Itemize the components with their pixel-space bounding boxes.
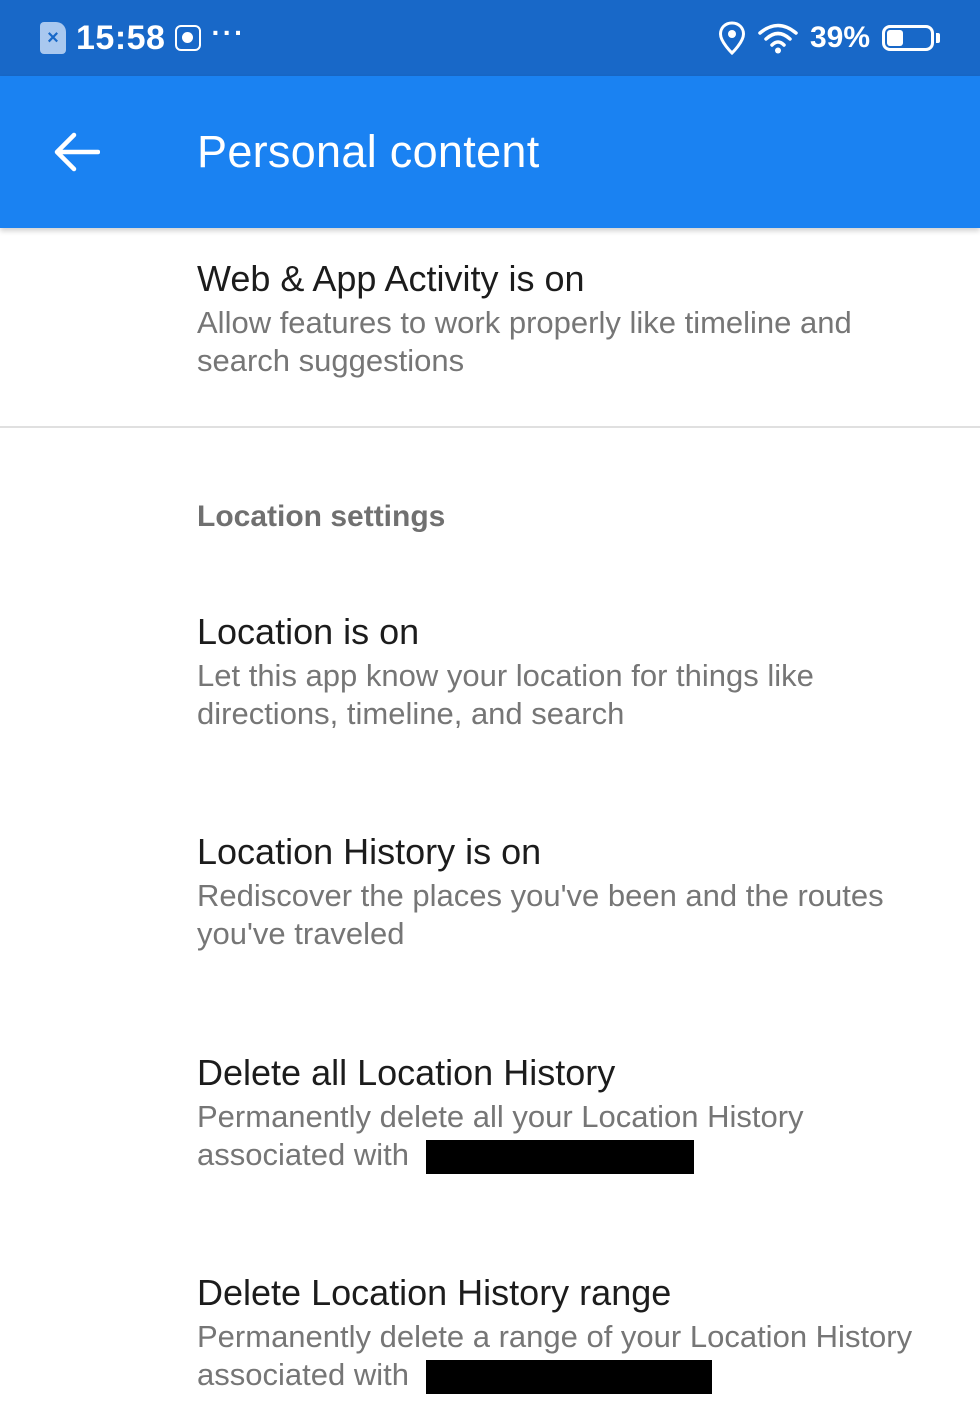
status-bar-left: × 15:58 ··· xyxy=(40,0,245,76)
battery-percent: 39% xyxy=(809,21,870,54)
status-time: 15:58 xyxy=(76,18,166,57)
section-header-location: Location settings xyxy=(197,500,446,533)
pref-title: Delete all Location History xyxy=(197,1052,616,1093)
delete-location-history-range-item[interactable]: Delete Location History range Permanentl… xyxy=(197,1270,937,1394)
battery-fill xyxy=(887,30,903,46)
battery-tip xyxy=(936,33,940,43)
web-app-activity-item[interactable]: Web & App Activity is on Allow features … xyxy=(197,256,937,380)
location-is-on-item[interactable]: Location is on Let this app know your lo… xyxy=(197,609,937,733)
pref-title: Web & App Activity is on xyxy=(197,258,585,299)
redacted-email xyxy=(425,1359,712,1394)
notification-icon xyxy=(175,25,202,51)
pref-summary: Let this app know your location for thin… xyxy=(197,658,814,731)
pref-title: Delete Location History range xyxy=(197,1272,672,1313)
back-button[interactable] xyxy=(40,116,112,188)
pref-summary: Permanently delete all your Location His… xyxy=(197,1098,937,1174)
divider xyxy=(0,426,980,428)
status-bar: × 15:58 ··· 39% xyxy=(0,0,980,76)
pref-title: Location History is on xyxy=(197,831,542,872)
location-pin-icon xyxy=(718,21,745,55)
page-title: Personal content xyxy=(197,126,540,177)
sim-card-icon: × xyxy=(40,22,66,54)
back-arrow-icon xyxy=(54,132,100,172)
wifi-icon xyxy=(758,23,798,54)
pref-summary: Permanently delete a range of your Locat… xyxy=(197,1318,937,1394)
battery-icon xyxy=(882,25,940,51)
more-notifications-icon: ··· xyxy=(211,17,246,48)
pref-summary: Allow features to work properly like tim… xyxy=(197,305,852,378)
app-bar: Personal content xyxy=(0,76,980,228)
status-bar-right: 39% xyxy=(718,0,940,76)
delete-all-location-history-item[interactable]: Delete all Location History Permanently … xyxy=(197,1050,937,1174)
location-history-item[interactable]: Location History is on Rediscover the pl… xyxy=(197,829,937,953)
redacted-email xyxy=(425,1139,694,1174)
pref-summary: Rediscover the places you've been and th… xyxy=(197,878,884,951)
pref-title: Location is on xyxy=(197,611,420,652)
